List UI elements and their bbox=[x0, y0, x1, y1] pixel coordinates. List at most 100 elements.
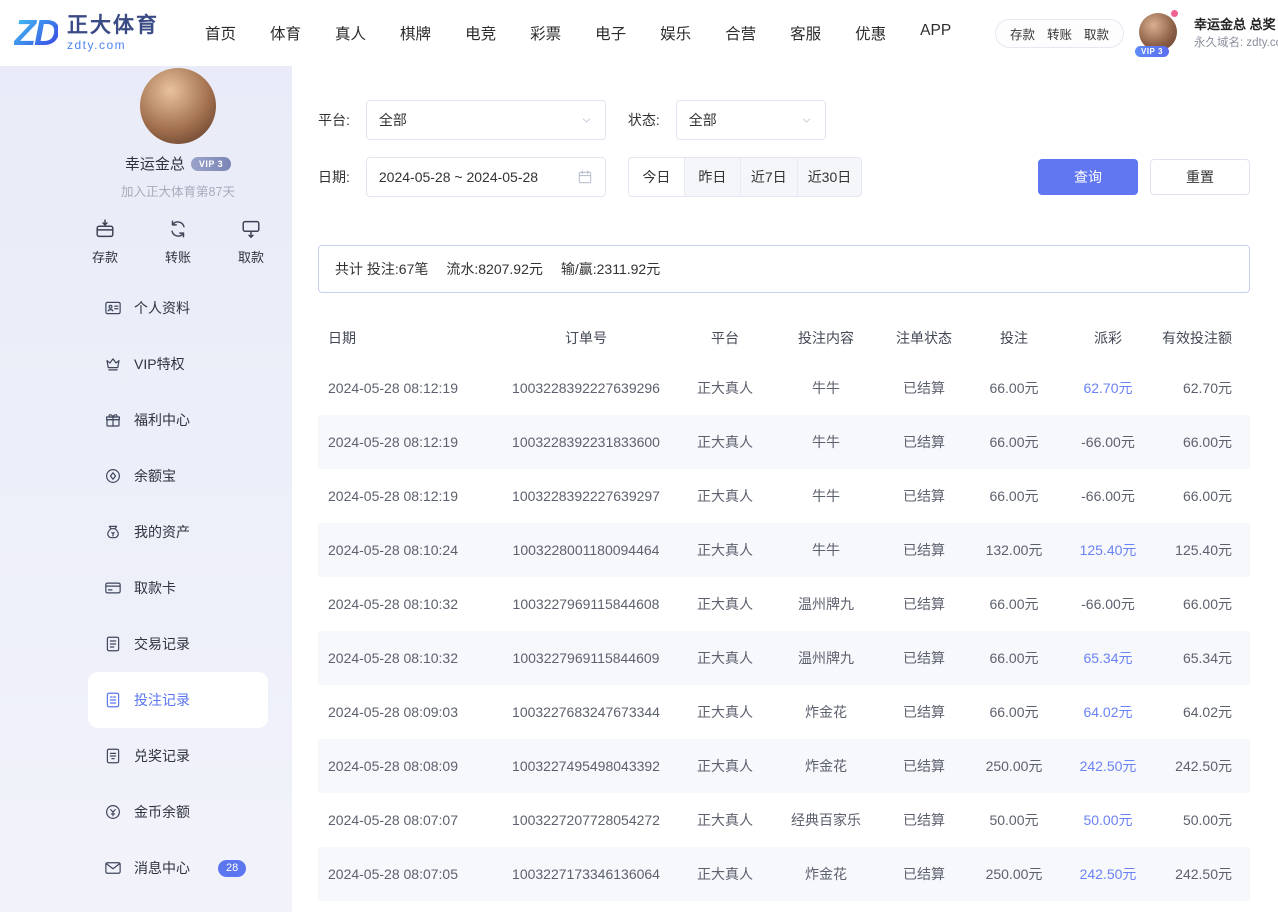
table-row: 2024-05-28 08:07:051003227173346136064正大… bbox=[318, 847, 1250, 901]
sidebar-menu: 个人资料VIP特权福利中心余额宝我的资产取款卡交易记录投注记录兑奖记录金币余额消… bbox=[88, 280, 268, 912]
range-segment-2[interactable]: 昨日 bbox=[685, 158, 741, 196]
nav-item-6[interactable]: 彩票 bbox=[530, 22, 561, 44]
filter-row-date: 日期: 2024-05-28 ~ 2024-05-28 今日昨日近7日近30日 … bbox=[318, 157, 1250, 197]
cell-bet: 132.00元 bbox=[970, 523, 1058, 577]
nav-item-12[interactable]: APP bbox=[920, 22, 951, 44]
cell-valid: 50.00元 bbox=[1158, 793, 1250, 847]
cell-payout: 125.40元 bbox=[1058, 523, 1158, 577]
nav-item-8[interactable]: 娱乐 bbox=[660, 22, 691, 44]
sidebar-item-profile[interactable]: 个人资料 bbox=[88, 280, 268, 336]
nav-item-7[interactable]: 电子 bbox=[595, 22, 626, 44]
cell-order: 1003227969115844608 bbox=[496, 577, 676, 631]
sidebar-item-messages[interactable]: 消息中心28 bbox=[88, 840, 268, 896]
cell-payout: -66.00元 bbox=[1058, 469, 1158, 523]
cell-platform: 正大真人 bbox=[676, 685, 774, 739]
cell-payout: 62.70元 bbox=[1058, 361, 1158, 415]
cell-platform: 正大真人 bbox=[676, 793, 774, 847]
platform-select[interactable]: 全部 bbox=[366, 100, 606, 140]
cell-valid: 66.00元 bbox=[1158, 577, 1250, 631]
sidebar-item-redeem-records[interactable]: 兑奖记录 bbox=[88, 728, 268, 784]
cell-order: 1003227207728054272 bbox=[496, 793, 676, 847]
yuebao-icon bbox=[104, 467, 122, 485]
nav-item-10[interactable]: 客服 bbox=[790, 22, 821, 44]
nav-item-1[interactable]: 首页 bbox=[205, 22, 236, 44]
sidebar-item-transactions[interactable]: 交易记录 bbox=[88, 616, 268, 672]
top-navbar: ZD 正大体育 zdty.com 首页 体育 真人 棋牌 电竞 彩票 电子 娱乐 合营 客服 优惠 A… bbox=[0, 0, 1278, 66]
nav-item-3[interactable]: 真人 bbox=[335, 22, 366, 44]
cell-date: 2024-05-28 08:12:19 bbox=[318, 415, 496, 469]
cell-content: 温州牌九 bbox=[774, 577, 878, 631]
cell-bet: 66.00元 bbox=[970, 361, 1058, 415]
status-select[interactable]: 全部 bbox=[676, 100, 826, 140]
table-row: 2024-05-28 08:12:191003228392231833600正大… bbox=[318, 415, 1250, 469]
reset-button[interactable]: 重置 bbox=[1150, 159, 1250, 195]
sidebar-item-welfare[interactable]: 福利中心 bbox=[88, 392, 268, 448]
range-segment-1[interactable]: 今日 bbox=[629, 158, 685, 196]
cell-date: 2024-05-28 08:10:32 bbox=[318, 631, 496, 685]
quick-action-transfer[interactable]: 转账 bbox=[165, 218, 191, 266]
main-nav: 首页 体育 真人 棋牌 电竞 彩票 电子 娱乐 合营 客服 优惠 APP bbox=[205, 22, 951, 44]
table-row: 2024-05-28 08:10:241003228001180094464正大… bbox=[318, 523, 1250, 577]
sidebar-item-feedback[interactable]: 意见反馈 bbox=[88, 896, 268, 912]
header-user-block[interactable]: 幸运金总 总奖 永久域名: zdty.com bbox=[1194, 15, 1278, 51]
nav-item-5[interactable]: 电竞 bbox=[465, 22, 496, 44]
cell-payout: -66.00元 bbox=[1058, 415, 1158, 469]
permanent-domain-note: 永久域名: zdty.com bbox=[1194, 35, 1278, 51]
cell-valid: 242.50元 bbox=[1158, 847, 1250, 901]
cell-date: 2024-05-28 08:09:03 bbox=[318, 685, 496, 739]
cell-status: 已结算 bbox=[878, 793, 970, 847]
brand-domain: zdty.com bbox=[67, 38, 159, 52]
search-button[interactable]: 查询 bbox=[1038, 159, 1138, 195]
profile-username: 幸运金总 bbox=[125, 153, 185, 174]
cell-platform: 正大真人 bbox=[676, 631, 774, 685]
quick-action-withdraw[interactable]: 取款 bbox=[238, 218, 264, 266]
transactions-icon bbox=[104, 635, 122, 653]
column-header-platform: 平台 bbox=[676, 315, 774, 361]
nav-item-11[interactable]: 优惠 bbox=[855, 22, 886, 44]
nav-item-2[interactable]: 体育 bbox=[270, 22, 301, 44]
wallet-actions-pill: 存款转账取款 bbox=[995, 19, 1124, 48]
cell-order: 1003227683247673344 bbox=[496, 685, 676, 739]
sidebar-item-yuebao[interactable]: 余额宝 bbox=[88, 448, 268, 504]
cell-platform: 正大真人 bbox=[676, 415, 774, 469]
bet-records-icon bbox=[104, 691, 122, 709]
table-row: 2024-05-28 08:12:191003228392227639297正大… bbox=[318, 469, 1250, 523]
quick-action-deposit[interactable]: 存款 bbox=[92, 218, 118, 266]
cell-order: 1003228001180094464 bbox=[496, 523, 676, 577]
sidebar-item-assets[interactable]: 我的资产 bbox=[88, 504, 268, 560]
cell-content: 炸金花 bbox=[774, 739, 878, 793]
cell-content: 牛牛 bbox=[774, 361, 878, 415]
cell-content: 牛牛 bbox=[774, 415, 878, 469]
sidebar-item-bet-records[interactable]: 投注记录 bbox=[88, 672, 268, 728]
cell-valid: 125.40元 bbox=[1158, 523, 1250, 577]
cell-status: 已结算 bbox=[878, 523, 970, 577]
table-row: 2024-05-28 08:09:031003227683247673344正大… bbox=[318, 685, 1250, 739]
wallet-action-3[interactable]: 取款 bbox=[1084, 24, 1109, 43]
column-header-valid: 有效投注额 bbox=[1158, 315, 1250, 361]
wallet-action-1[interactable]: 存款 bbox=[1010, 24, 1035, 43]
date-range-input[interactable]: 2024-05-28 ~ 2024-05-28 bbox=[366, 157, 606, 197]
sidebar-item-coin-balance[interactable]: 金币余额 bbox=[88, 784, 268, 840]
cell-payout: 50.00元 bbox=[1058, 793, 1158, 847]
platform-label: 平台: bbox=[318, 110, 350, 130]
brand-logo[interactable]: ZD 正大体育 zdty.com bbox=[14, 14, 159, 52]
summary-item-2: 流水:8207.92元 bbox=[446, 259, 543, 279]
sidebar-item-withdraw-card[interactable]: 取款卡 bbox=[88, 560, 268, 616]
cell-content: 炸金花 bbox=[774, 685, 878, 739]
cell-content: 牛牛 bbox=[774, 523, 878, 577]
cell-date: 2024-05-28 08:10:24 bbox=[318, 523, 496, 577]
column-header-bet: 投注 bbox=[970, 315, 1058, 361]
column-header-status: 注单状态 bbox=[878, 315, 970, 361]
cell-order: 1003228392227639297 bbox=[496, 469, 676, 523]
range-segment-4[interactable]: 近30日 bbox=[798, 158, 862, 196]
wallet-action-2[interactable]: 转账 bbox=[1047, 24, 1072, 43]
nav-item-4[interactable]: 棋牌 bbox=[400, 22, 431, 44]
nav-item-9[interactable]: 合营 bbox=[725, 22, 756, 44]
cell-valid: 66.00元 bbox=[1158, 469, 1250, 523]
status-select-value: 全部 bbox=[689, 110, 717, 130]
chevron-down-icon bbox=[800, 114, 813, 127]
cell-bet: 250.00元 bbox=[970, 847, 1058, 901]
sidebar-item-vip[interactable]: VIP特权 bbox=[88, 336, 268, 392]
gift-icon bbox=[104, 411, 122, 429]
range-segment-3[interactable]: 近7日 bbox=[741, 158, 798, 196]
